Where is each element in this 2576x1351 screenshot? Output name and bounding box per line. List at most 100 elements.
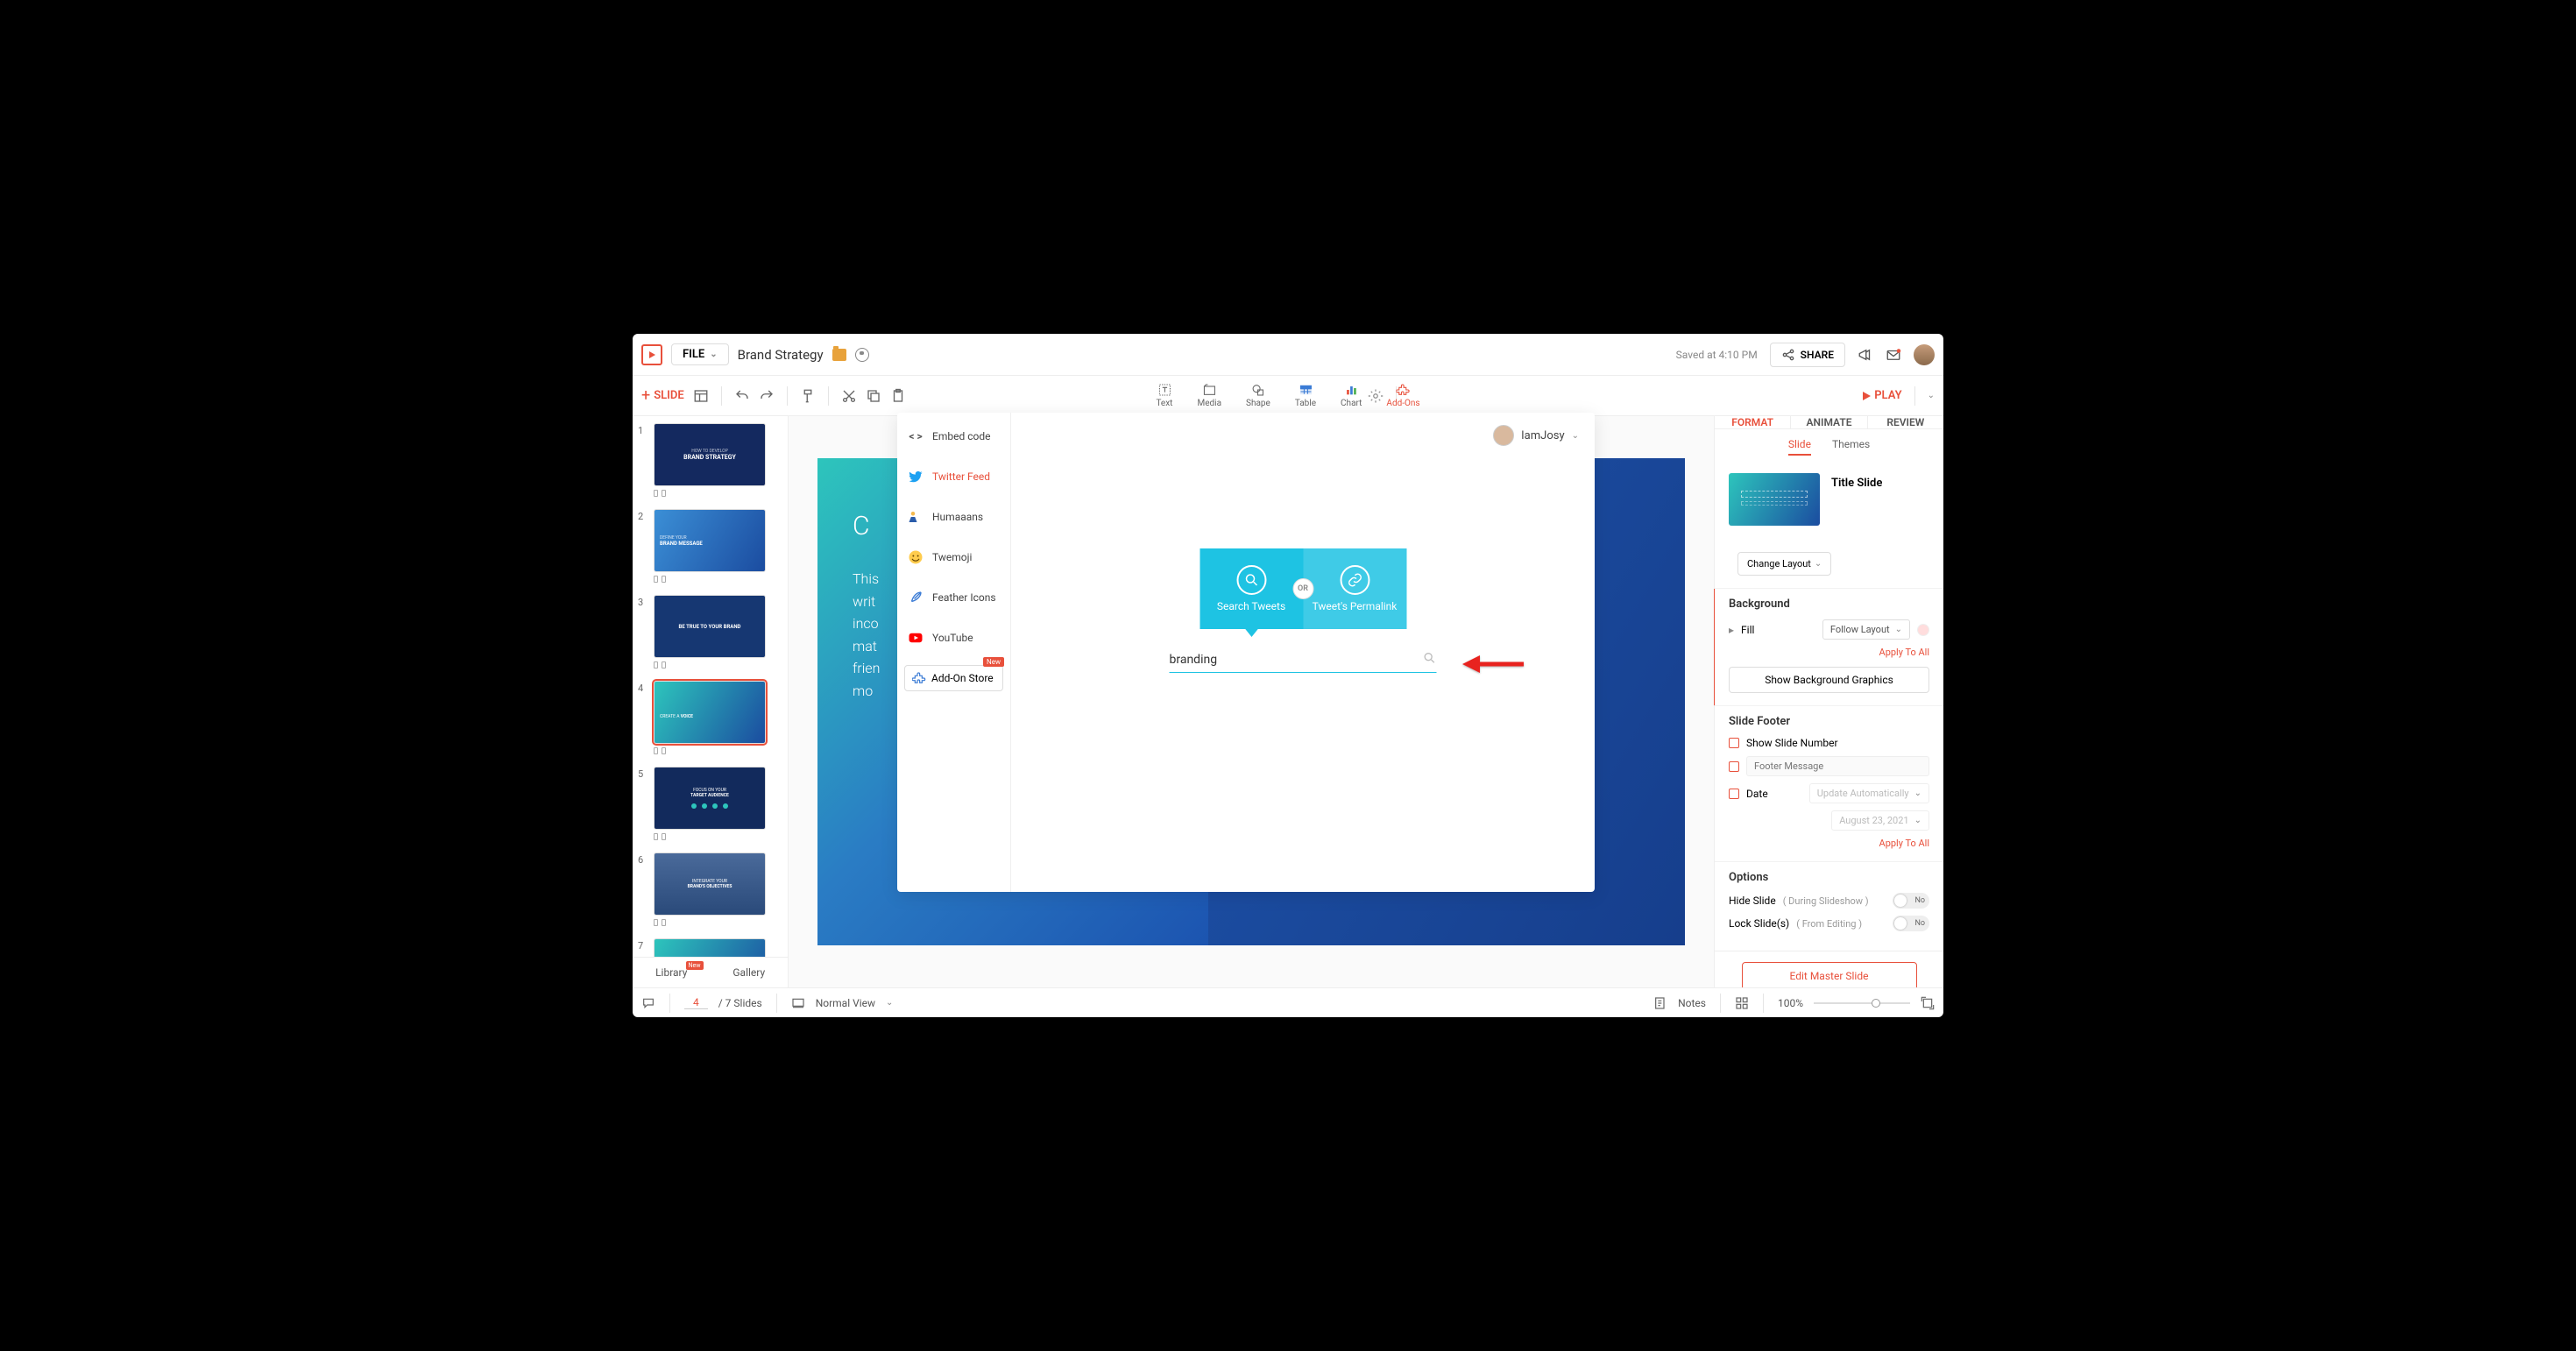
footer-apply-all[interactable]: Apply To All (1729, 838, 1929, 849)
insert-shape[interactable]: Shape (1246, 383, 1270, 408)
slide-thumb-4[interactable]: 4 CREATE A VOICE (638, 681, 782, 754)
fill-swatch[interactable] (1917, 624, 1929, 636)
slide-thumb-2[interactable]: 2 DEFINE YOURBRAND MESSAGE (638, 509, 782, 583)
show-bg-graphics-button[interactable]: Show Background Graphics (1729, 667, 1929, 693)
search-tweets-tab[interactable]: Search Tweets (1200, 548, 1303, 629)
plus-icon: + (641, 386, 650, 405)
statusbar: 4 / 7 Slides Normal View ⌄ Notes 100% (633, 987, 1943, 1017)
footer-msg-input (1746, 756, 1929, 776)
file-menu[interactable]: FILE ⌄ (671, 343, 729, 365)
new-badge: New (686, 961, 704, 970)
addon-user-chip[interactable]: IamJosy ⌄ (1493, 425, 1579, 446)
date-checkbox[interactable] (1729, 789, 1739, 799)
view-mode[interactable]: Normal View (816, 997, 875, 1009)
copy-icon[interactable] (866, 388, 881, 404)
hide-slide-toggle[interactable]: No (1893, 893, 1929, 909)
edit-master-button[interactable]: Edit Master Slide (1742, 962, 1917, 987)
user-avatar[interactable] (1914, 344, 1935, 365)
search-submit-icon[interactable] (1423, 651, 1437, 668)
insert-media[interactable]: Media (1197, 383, 1221, 408)
show-number-checkbox[interactable] (1729, 738, 1739, 748)
globe-icon[interactable] (855, 348, 869, 362)
background-section: Background ▸ Fill Follow Layout⌄ Apply T… (1712, 589, 1943, 706)
chevron-down-icon[interactable]: ⌄ (886, 998, 893, 1008)
lock-slide-toggle[interactable]: No (1893, 916, 1929, 931)
grid-icon[interactable] (1735, 996, 1749, 1010)
addon-feather[interactable]: Feather Icons (897, 577, 1010, 618)
addon-twitter[interactable]: Twitter Feed (897, 456, 1010, 497)
text-icon (1157, 383, 1171, 397)
active-tab-arrow (1244, 628, 1258, 637)
embed-icon: < > (908, 428, 924, 444)
zoom-value[interactable]: 100% (1778, 997, 1803, 1009)
add-slide-button[interactable]: + SLIDE (641, 386, 684, 405)
date-mode-dropdown: Update Automatically⌄ (1809, 783, 1929, 803)
format-painter-icon[interactable] (800, 388, 816, 404)
slide-thumb-1[interactable]: 1 HOW TO DEVELOPBRAND STRATEGY (638, 423, 782, 497)
new-badge: New (983, 657, 1004, 667)
current-slide[interactable]: 4 (684, 996, 708, 1009)
footer-msg-checkbox[interactable] (1729, 761, 1739, 772)
undo-icon[interactable] (734, 388, 750, 404)
tweet-permalink-tab[interactable]: Tweet's Permalink (1303, 548, 1406, 629)
insert-table[interactable]: Table (1295, 383, 1316, 408)
toolbar: + SLIDE Text Media Shape (633, 376, 1943, 416)
addon-store-button[interactable]: New Add-On Store (904, 665, 1003, 691)
slide-thumb-6[interactable]: 6 INTEGRATE YOURBRAND'S OBJECTIVES (638, 852, 782, 926)
slide-list[interactable]: 1 HOW TO DEVELOPBRAND STRATEGY 2 DEFINE … (633, 416, 788, 957)
redo-icon[interactable] (759, 388, 775, 404)
addon-humaaans[interactable]: Humaaans (897, 497, 1010, 537)
insert-addons[interactable]: Add-Ons (1386, 383, 1419, 408)
slide-thumb-5[interactable]: 5 FOCUS ON YOURTARGET AUDIENCE (638, 767, 782, 840)
addon-twemoji[interactable]: Twemoji (897, 537, 1010, 577)
tab-review[interactable]: REVIEW (1867, 416, 1943, 428)
fill-label: Fill (1741, 624, 1754, 636)
mail-icon[interactable] (1886, 347, 1901, 363)
file-label: FILE (683, 348, 704, 361)
bg-apply-all[interactable]: Apply To All (1729, 647, 1929, 658)
shape-icon (1251, 383, 1265, 397)
subtab-themes[interactable]: Themes (1832, 438, 1870, 456)
or-badge: OR (1292, 578, 1313, 599)
megaphone-icon[interactable] (1858, 347, 1873, 363)
cut-icon[interactable] (841, 388, 857, 404)
layout-icon[interactable] (693, 388, 709, 404)
addon-sidebar: < > Embed code Twitter Feed Humaaans Twe… (897, 413, 1011, 892)
change-layout-button[interactable]: Change Layout⌄ (1737, 552, 1831, 576)
fit-icon[interactable] (1921, 996, 1935, 1010)
addon-youtube[interactable]: YouTube (897, 618, 1010, 658)
notes-label[interactable]: Notes (1678, 997, 1706, 1009)
date-value-dropdown: August 23, 2021⌄ (1831, 810, 1929, 831)
twitter-icon (908, 469, 924, 485)
twitter-search-input[interactable] (1170, 653, 1423, 667)
link-icon (1340, 565, 1369, 595)
comment-icon[interactable] (641, 996, 655, 1010)
addon-panel: < > Embed code Twitter Feed Humaaans Twe… (897, 413, 1595, 892)
tab-animate[interactable]: ANIMATE (1790, 416, 1866, 428)
zoom-slider[interactable] (1814, 1002, 1910, 1004)
slide-thumb-7[interactable]: 7 MAINTAIN CONSISTENCYADD EMOTIONS (638, 938, 782, 957)
tab-format[interactable]: FORMAT (1715, 416, 1790, 428)
addon-embed[interactable]: < > Embed code (897, 416, 1010, 456)
view-icon[interactable] (791, 996, 805, 1010)
right-panel: FORMAT ANIMATE REVIEW Slide Themes Title… (1714, 416, 1943, 987)
notes-icon[interactable] (1653, 996, 1667, 1010)
twitter-search-area: Search Tweets Tweet's Permalink OR (1170, 548, 1437, 673)
slide-thumb-3[interactable]: 3 BE TRUE TO YOUR BRAND (638, 595, 782, 668)
play-button[interactable]: PLAY (1863, 389, 1901, 402)
insert-text[interactable]: Text (1156, 383, 1172, 408)
chart-icon (1344, 383, 1358, 397)
document-title[interactable]: Brand Strategy (738, 347, 824, 363)
gallery-tab[interactable]: Gallery (711, 958, 789, 987)
youtube-icon (908, 630, 924, 646)
insert-chart[interactable]: Chart (1341, 383, 1362, 408)
share-button[interactable]: SHARE (1770, 343, 1845, 367)
folder-icon[interactable] (832, 349, 846, 361)
fill-dropdown[interactable]: Follow Layout⌄ (1822, 619, 1910, 640)
paste-icon[interactable] (890, 388, 906, 404)
options-section: Options Hide Slide ( During Slideshow ) … (1715, 862, 1943, 951)
layout-name: Title Slide (1831, 477, 1882, 490)
library-tab[interactable]: New Library (633, 958, 711, 987)
subtab-slide[interactable]: Slide (1788, 438, 1811, 456)
play-options[interactable]: ⌄ (1928, 391, 1935, 400)
